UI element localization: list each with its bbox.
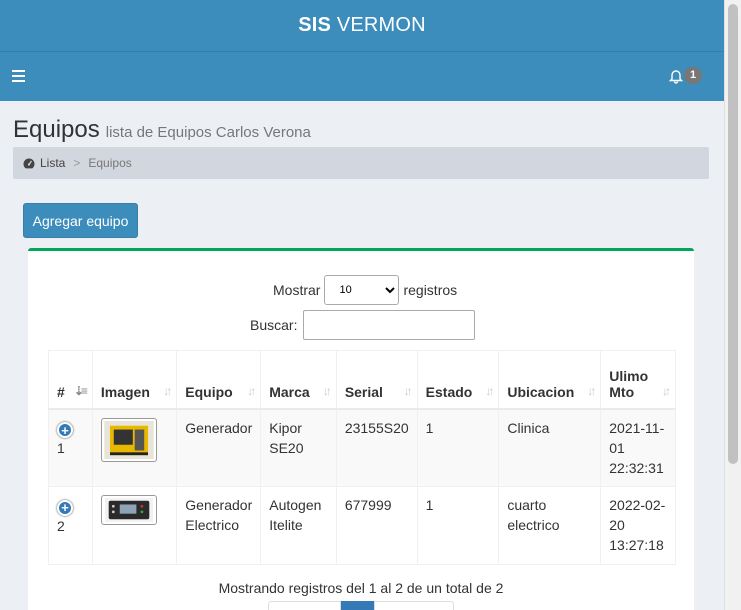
breadcrumb: Lista > Equipos (13, 147, 709, 179)
cell-ultimo: 2022-02-20 13:27:18 (600, 486, 676, 565)
table-row[interactable]: +2 Generador Electrico Autogen Itelite 6… (48, 486, 676, 565)
col-ubicacion-header[interactable]: Ubicacion ↓↑ (498, 350, 602, 410)
page-title: Equipos (13, 116, 100, 143)
expand-row-icon[interactable]: + (57, 499, 73, 516)
app-logo[interactable]: SIS VERMON (298, 14, 426, 37)
pagination-page-current[interactable] (341, 601, 374, 610)
dashboard-icon (23, 158, 35, 168)
cell-serial: 23155S20 (335, 408, 418, 487)
controller-thumbnail[interactable] (100, 495, 157, 525)
cell-ubicacion: cuarto electrico (498, 486, 602, 565)
sort-icon: ↓↑ (403, 383, 413, 398)
pagination-next[interactable] (374, 601, 454, 610)
col-marca-header[interactable]: Marca ↓↑ (260, 350, 337, 410)
sort-icon: ↓↑ (247, 383, 256, 398)
page-length-control: Mostrar 10 registros (273, 275, 457, 305)
page-length-select[interactable]: 10 (324, 275, 400, 305)
table-row[interactable]: +1 Generador Kipor SE20 23155S20 1 Clini… (48, 408, 676, 487)
table-header-row: # ⇣≡ Imagen ↓↑ Equipo ↓↑ Marca ↓↑ Serial ↓↑ E… (48, 350, 676, 410)
cell-serial: 677999 (335, 486, 418, 565)
cell-ubicacion: Clinica (498, 408, 602, 487)
content-header: Equipos lista de Equipos Carlos Verona (13, 116, 311, 144)
col-ultimo-header[interactable]: Ulimo Mto ↓↑ (600, 350, 676, 410)
equipment-list-box: Mostrar 10 registros Buscar: # ⇣≡ Imagen ↓… (28, 248, 694, 610)
breadcrumb-separator: > (73, 156, 81, 170)
sort-asc-icon: ⇣≡ (73, 383, 88, 398)
cell-image (91, 408, 178, 487)
cell-num: +1 (48, 408, 93, 487)
page-scrollbar[interactable] (724, 0, 741, 610)
generator-thumbnail[interactable] (100, 417, 157, 462)
search-label: Buscar: (250, 317, 298, 333)
col-estado-header[interactable]: Estado ↓↑ (416, 350, 500, 410)
logo-rest: VERMON (336, 14, 426, 36)
page-subtitle: lista de Equipos Carlos Verona (105, 124, 311, 141)
breadcrumb-home[interactable]: Lista (23, 156, 65, 170)
sort-icon: ↓↑ (322, 383, 332, 398)
sort-icon: ↓↑ (163, 383, 172, 398)
navbar: 1 (0, 51, 724, 101)
cell-marca: Kipor SE20 (260, 408, 337, 487)
cell-ultimo: 2021-11-01 22:32:31 (600, 408, 676, 487)
top-header: SIS VERMON (0, 0, 724, 51)
cell-image (91, 486, 178, 565)
cell-estado: 1 (416, 486, 500, 565)
sort-icon: ↓↑ (485, 383, 494, 398)
search-control: Buscar: (250, 310, 476, 340)
table-info: Mostrando registros del 1 al 2 de un tot… (218, 580, 504, 596)
scrollbar-thumb[interactable] (728, 4, 738, 464)
breadcrumb-home-label: Lista (40, 156, 66, 170)
sort-icon: ↓↑ (662, 383, 671, 398)
cell-equipo: Generador (176, 408, 262, 487)
col-num-header[interactable]: # ⇣≡ (48, 350, 93, 410)
sort-icon: ↓↑ (587, 383, 596, 398)
records-label: registros (403, 282, 458, 298)
search-input[interactable] (303, 310, 476, 340)
equipment-table: # ⇣≡ Imagen ↓↑ Equipo ↓↑ Marca ↓↑ Serial ↓↑ E… (48, 350, 676, 565)
col-image-header[interactable]: Imagen ↓↑ (91, 350, 178, 410)
logo-bold: SIS (298, 14, 332, 36)
expand-row-icon[interactable]: + (57, 422, 73, 438)
show-label: Mostrar (273, 282, 321, 298)
cell-estado: 1 (416, 408, 500, 487)
menu-toggle-icon[interactable] (12, 70, 25, 82)
cell-marca: Autogen Itelite (260, 486, 337, 565)
cell-num: +2 (48, 486, 93, 565)
col-serial-header[interactable]: Serial ↓↑ (335, 350, 418, 410)
add-equipment-button[interactable]: Agregar equipo (23, 203, 138, 238)
bell-icon[interactable] (668, 68, 684, 84)
pagination (268, 601, 454, 610)
col-equipo-header[interactable]: Equipo ↓↑ (176, 350, 262, 410)
notification-badge[interactable]: 1 (684, 67, 703, 84)
breadcrumb-current: Equipos (88, 156, 132, 170)
cell-equipo: Generador Electrico (176, 486, 262, 565)
pagination-previous[interactable] (268, 601, 341, 610)
